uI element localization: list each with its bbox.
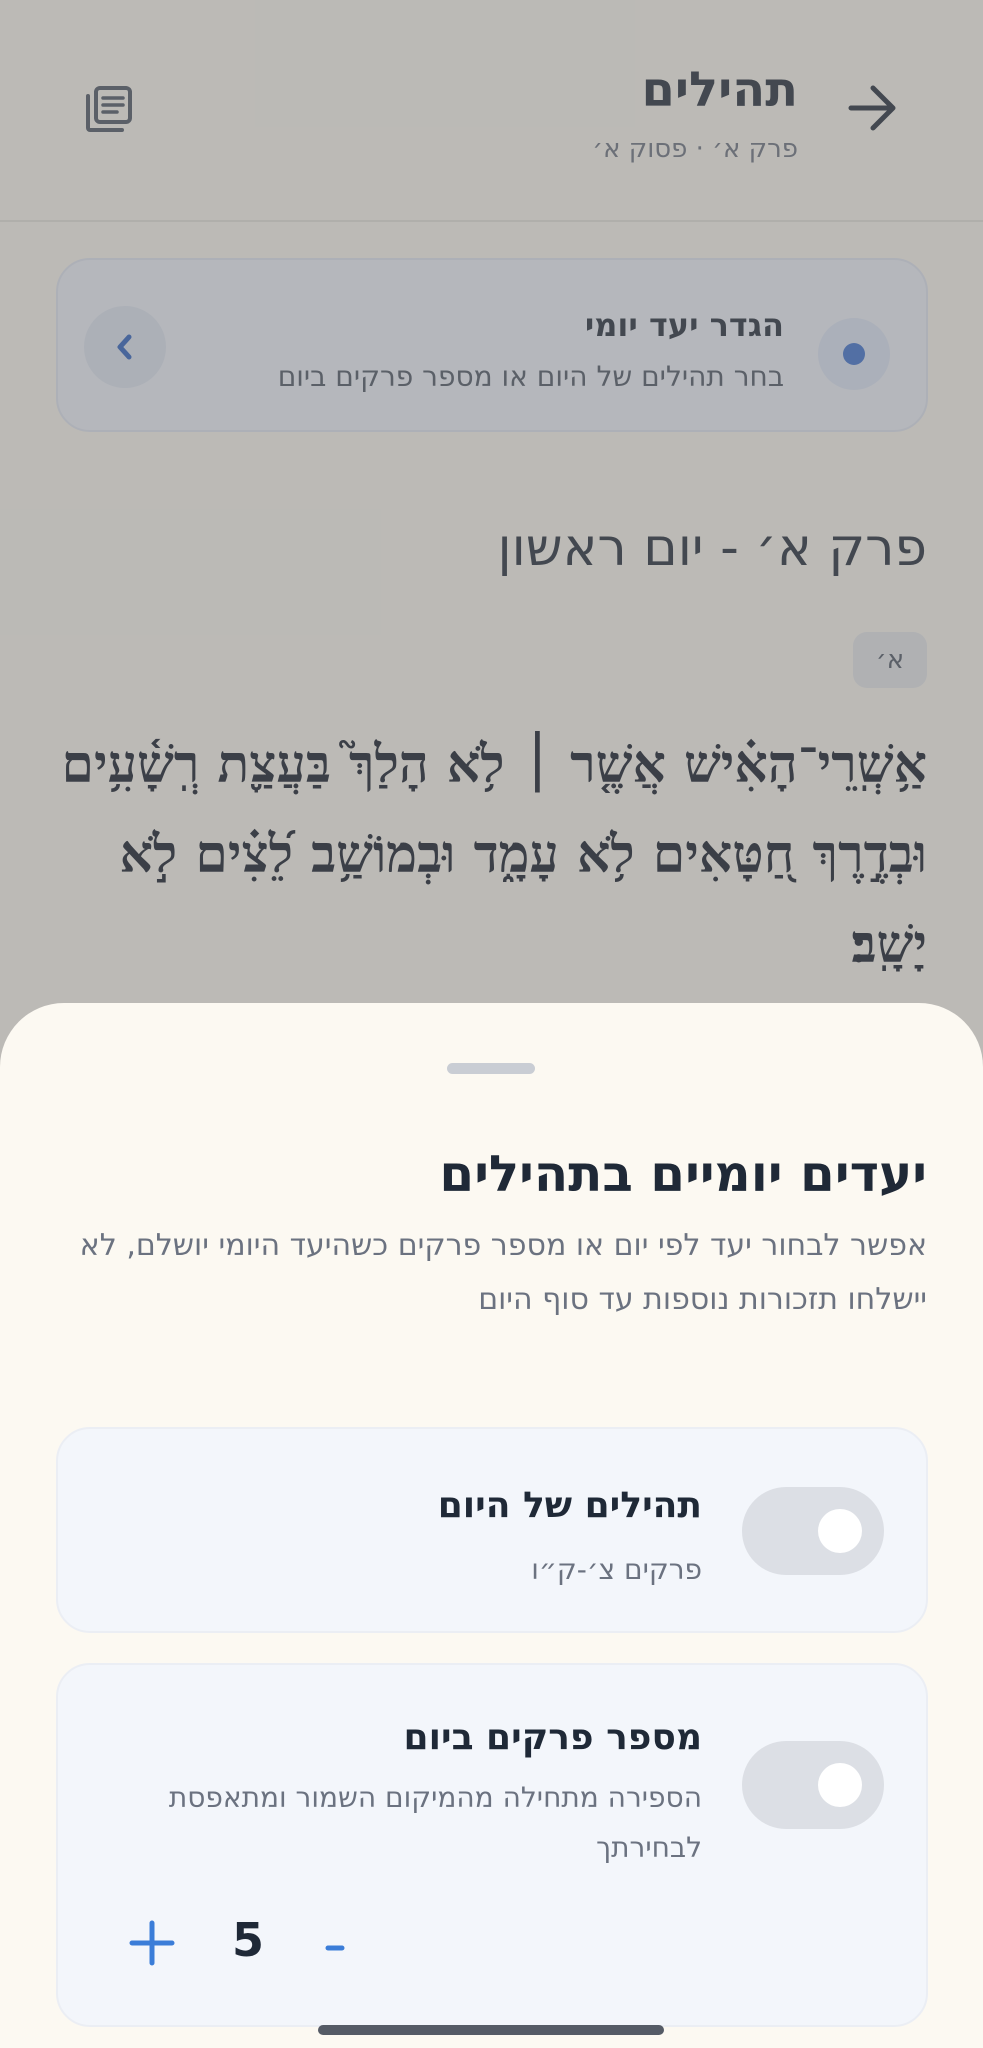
option-title: מספר פרקים ביום (403, 1717, 702, 1758)
sheet-title: יעדים יומיים בתהילים (439, 1145, 927, 1203)
daily-tehillim-toggle[interactable] (742, 1487, 884, 1575)
option-title: תהילים של היום (437, 1485, 702, 1526)
option-daily-tehillim[interactable]: תהילים של היום פרקים צ׳-ק״ו (56, 1427, 928, 1633)
chapters-per-day-toggle[interactable] (742, 1741, 884, 1829)
sheet-drag-handle[interactable] (447, 1063, 535, 1074)
home-indicator[interactable] (318, 2025, 664, 2035)
decrement-button[interactable] (308, 1915, 364, 1971)
option-chapters-per-day[interactable]: מספר פרקים ביום הספירה מתחילה מהמיקום הש… (56, 1663, 928, 2027)
option-subtitle: פרקים צ׳-ק״ו (531, 1553, 702, 1586)
chapters-count-value: 5 (231, 1913, 264, 1967)
increment-button[interactable] (124, 1915, 180, 1971)
daily-goals-bottom-sheet: יעדים יומיים בתהילים אפשר לבחור יעד לפי … (0, 1003, 983, 2048)
option-subtitle: הספירה מתחילה מהמיקום השמור ומתאפסת לבחי… (168, 1781, 702, 1864)
sheet-description: אפשר לבחור יעד לפי יום או מספר פרקים כשה… (79, 1228, 927, 1317)
toggle-knob (818, 1509, 862, 1553)
toggle-knob (818, 1763, 862, 1807)
